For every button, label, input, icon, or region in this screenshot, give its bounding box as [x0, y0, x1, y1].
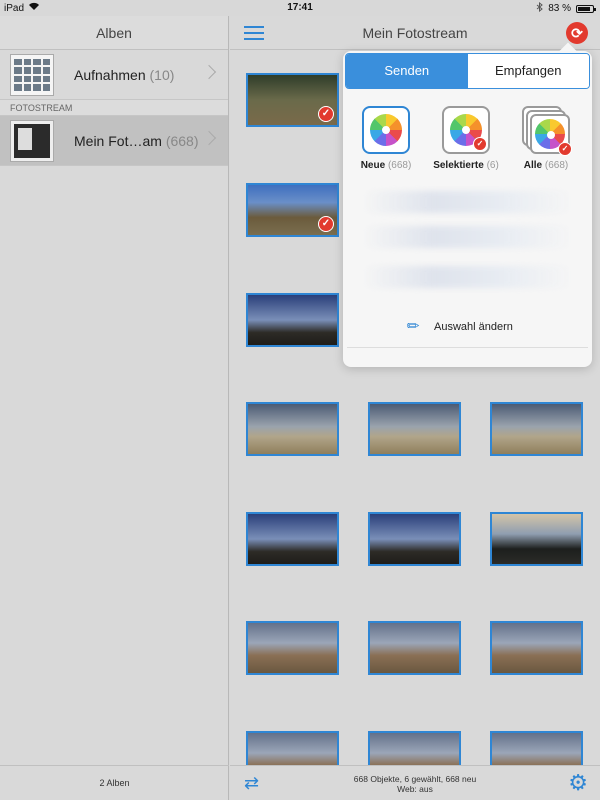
chevron-right-icon: [201, 130, 217, 146]
status-bar: iPad 17:41 83 %: [0, 0, 600, 16]
photo-tile[interactable]: [246, 293, 339, 347]
photo-tile[interactable]: ✓: [246, 73, 339, 127]
battery-icon: [576, 4, 596, 13]
divider: [347, 347, 588, 348]
photo-tile[interactable]: [490, 731, 583, 765]
send-receive-segmented-control: Senden Empfangen: [345, 53, 590, 89]
photo-tile[interactable]: [368, 731, 461, 765]
sidebar-title: Alben: [0, 16, 228, 50]
photo-tile[interactable]: [490, 512, 583, 566]
photos-icon: ✓: [442, 106, 490, 154]
album-count: (668): [165, 132, 199, 149]
albums-sidebar: Alben Aufnahmen (10) FOTOSTREAM Mein Fot…: [0, 16, 229, 800]
tab-receive[interactable]: Empfangen: [467, 54, 589, 88]
send-new-option[interactable]: Neue (668): [349, 106, 423, 171]
section-label: FOTOSTREAM: [0, 100, 228, 116]
sync-popover: Senden Empfangen Neue (668) ✓ Selektiert…: [343, 51, 592, 367]
photo-tile[interactable]: [490, 621, 583, 675]
chevron-right-icon: [201, 64, 217, 80]
main-footer: ⇄ 668 Objekte, 6 gewählt, 668 neu Web: a…: [230, 765, 600, 800]
blurred-background: [363, 266, 572, 288]
checkmark-icon: ✓: [473, 137, 487, 151]
photo-tile[interactable]: [246, 621, 339, 675]
photos-icon: [362, 106, 410, 154]
battery-fill: [578, 6, 590, 11]
send-selected-option[interactable]: ✓ Selektierte (6): [429, 106, 503, 171]
album-thumbnail: [10, 53, 54, 96]
option-count: (668): [544, 160, 569, 171]
album-name: Aufnahmen: [74, 66, 146, 83]
clock: 17:41: [287, 2, 313, 13]
album-thumbnail: [10, 119, 54, 162]
photo-tile[interactable]: [246, 402, 339, 456]
photo-tile[interactable]: [246, 512, 339, 566]
photo-tile[interactable]: [246, 731, 339, 765]
album-row-fotostream[interactable]: Mein Fot…am (668): [0, 116, 228, 166]
checkmark-icon: ✓: [558, 142, 572, 156]
option-label: Alle: [523, 160, 543, 171]
gear-icon[interactable]: ⚙: [568, 772, 588, 794]
option-count: (668): [387, 160, 412, 171]
album-name: Mein Fot…am: [74, 132, 162, 149]
blurred-background: [363, 191, 572, 213]
photo-tile[interactable]: [368, 621, 461, 675]
checkmark-icon: ✓: [318, 106, 334, 122]
page-title: Mein Fotostream: [362, 25, 468, 41]
blurred-background: [363, 226, 572, 248]
selection-summary: 668 Objekte, 6 gewählt, 668 neu: [353, 774, 477, 784]
option-label: Selektierte: [433, 160, 484, 171]
main-header: Mein Fotostream ⟳: [230, 16, 600, 50]
sidebar-footer: 2 Alben: [0, 765, 229, 800]
send-all-option[interactable]: ✓ Alle (668): [509, 106, 583, 171]
bluetooth-icon: [536, 1, 544, 15]
album-count: (10): [149, 66, 175, 83]
option-count: (6): [486, 160, 499, 171]
photo-tile[interactable]: [490, 402, 583, 456]
photo-tile[interactable]: [368, 402, 461, 456]
web-status: Web: aus: [397, 784, 433, 794]
album-row-aufnahmen[interactable]: Aufnahmen (10): [0, 50, 228, 100]
photos-stack-icon: ✓: [522, 106, 572, 156]
option-label: Neue: [360, 160, 386, 171]
checkmark-icon: ✓: [318, 216, 334, 232]
sync-icon[interactable]: ⟳: [566, 22, 588, 44]
tab-send[interactable]: Senden: [346, 54, 468, 88]
photo-tile[interactable]: ✓: [246, 183, 339, 237]
battery-percent: 83 %: [548, 3, 571, 14]
change-selection-link[interactable]: Auswahl ändern: [434, 321, 513, 333]
photo-tile[interactable]: [368, 512, 461, 566]
pencil-icon[interactable]: ✎: [402, 315, 424, 337]
